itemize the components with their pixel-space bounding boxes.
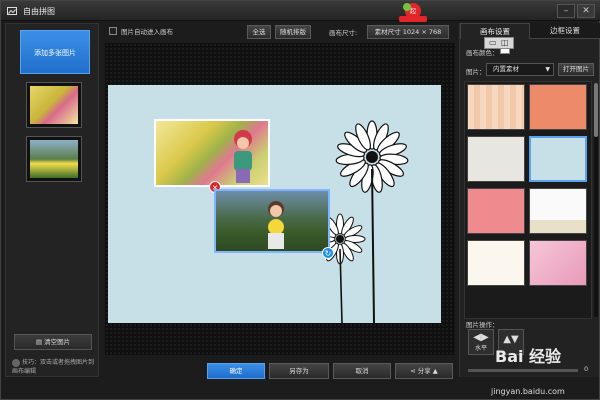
tip-label: 技巧：双击或者拖拽图片到画布编辑 [12, 359, 95, 375]
right-panel: 画布设置 边框设置 画布颜色： ▭ ◫ 图片： 内置素材 ▼ 打开图片 图片操作… [459, 23, 600, 377]
image-label: 图片： [466, 68, 486, 76]
template-thumbnail[interactable] [529, 84, 587, 130]
canvas-workspace: × ↻ [105, 43, 455, 355]
share-button[interactable]: ⋖ 分享 ▲ [395, 363, 453, 379]
tip-text: 技巧：双击或者拖拽图片到画布编辑 [12, 358, 98, 376]
scrollbar-thumb[interactable] [594, 83, 598, 137]
cancel-button[interactable]: 取消 [333, 363, 391, 379]
background-template-grid [464, 81, 592, 319]
minimize-button[interactable]: – [557, 4, 575, 18]
template-thumbnail[interactable] [467, 84, 525, 130]
share-icon: ⋖ [410, 367, 418, 375]
photo-ops-label: 图片操作： [466, 321, 499, 329]
rotate-photo-icon[interactable]: ↻ [322, 247, 334, 259]
template-thumbnail[interactable] [467, 188, 525, 234]
add-images-button[interactable]: 添加多张图片 [20, 30, 90, 74]
template-thumbnail[interactable] [529, 188, 587, 234]
flip-icon: ◀▶ [473, 332, 489, 343]
title-bar: 自由拼图 起 – ✕ [1, 1, 600, 22]
caret-up-icon: ▲ [430, 367, 438, 375]
girl-flower-figure-icon [268, 201, 284, 249]
trash-icon: ▤ [35, 338, 45, 346]
collage-canvas[interactable]: × ↻ [108, 85, 441, 323]
picker-icon: ◫ [501, 38, 509, 47]
image-thumbnail[interactable] [26, 136, 82, 182]
color-picker-popup[interactable]: ▭ ◫ [484, 37, 514, 49]
collage-photo-selected[interactable] [214, 189, 330, 253]
girl-figure-icon [234, 130, 252, 183]
image-source-select[interactable]: 内置素材 ▼ [486, 63, 554, 76]
app-icon [7, 7, 17, 15]
chevron-down-icon: ▼ [545, 66, 550, 73]
canvas-width: 1024 [402, 28, 420, 36]
svg-text:起: 起 [410, 7, 416, 15]
template-thumbnail[interactable] [529, 240, 587, 286]
canvas-toolbar: 图片自动进入画布 全选 随机排版 画布尺寸: 素材尺寸 1024 × 768 [105, 23, 455, 41]
tip-icon [12, 358, 20, 367]
app-window: 自由拼图 起 – ✕ 添加多张图片 ▤ 清空图片 技巧：双击或者拖拽图片到画布编… [0, 0, 600, 400]
canvas-height: 768 [428, 28, 442, 36]
save-as-button[interactable]: 另存为 [269, 363, 329, 379]
collage-photo[interactable] [154, 119, 270, 187]
image-thumbnail[interactable] [26, 82, 82, 128]
clear-images-label: 清空图片 [44, 338, 71, 346]
folder-icon: ▭ [489, 38, 497, 47]
size-preset: 素材尺寸 [374, 28, 401, 36]
auto-canvas-checkbox[interactable] [109, 27, 117, 35]
template-thumbnail[interactable] [467, 136, 525, 182]
image-source-value: 内置素材 [493, 65, 519, 73]
confirm-button[interactable]: 确定 [207, 363, 265, 379]
tab-border-settings[interactable]: 边框设置 [530, 23, 600, 39]
window-title: 自由拼图 [23, 7, 55, 16]
template-thumbnail[interactable] [467, 240, 525, 286]
flip-horizontal-button[interactable]: ◀▶ 水平 [468, 329, 494, 355]
select-all-button[interactable]: 全选 [247, 25, 271, 39]
adjust-slider[interactable] [468, 369, 578, 372]
clear-images-button[interactable]: ▤ 清空图片 [14, 334, 92, 350]
share-label: 分享 [417, 367, 431, 375]
auto-canvas-label: 图片自动进入画布 [121, 28, 173, 36]
watermark-url: jingyan.baidu.com [491, 387, 565, 396]
template-thumbnail-selected[interactable] [529, 136, 587, 182]
canvas-size-selector[interactable]: 素材尺寸 1024 × 768 [367, 25, 449, 39]
size-times: × [421, 28, 427, 36]
left-panel: 添加多张图片 ▤ 清空图片 技巧：双击或者拖拽图片到画布编辑 [5, 23, 99, 377]
random-layout-button[interactable]: 随机排版 [275, 25, 311, 39]
slider-value: 0 [584, 365, 589, 373]
app-logo-icon: 起 [399, 3, 427, 22]
flip-horizontal-label: 水平 [474, 345, 487, 352]
open-image-button[interactable]: 打开图片 [558, 63, 594, 76]
canvas-size-label: 画布尺寸: [329, 29, 358, 37]
watermark-logo: Bai 经验 [495, 347, 562, 366]
dandelion-decoration [320, 120, 409, 323]
close-button[interactable]: ✕ [577, 4, 595, 18]
template-scrollbar[interactable] [594, 83, 598, 317]
